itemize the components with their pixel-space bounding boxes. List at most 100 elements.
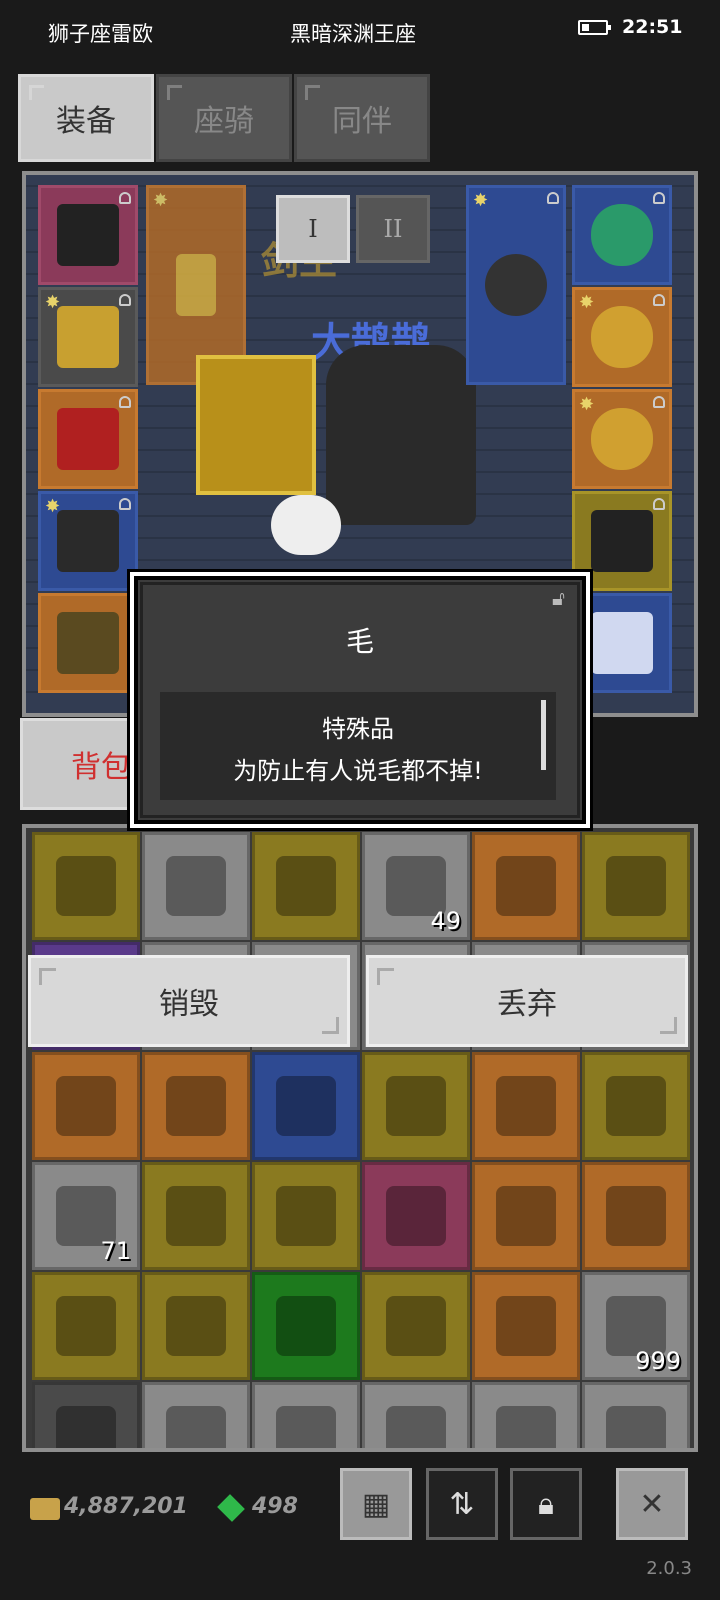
- destroy-button[interactable]: 销毁: [28, 955, 350, 1047]
- necklace-icon: [591, 204, 653, 266]
- card-icon: [591, 612, 653, 674]
- inventory-slot[interactable]: [252, 832, 360, 940]
- inventory-slot[interactable]: [472, 1052, 580, 1160]
- close-button[interactable]: ✕: [616, 1468, 688, 1540]
- inventory-grid: 49 71 999: [32, 832, 690, 1448]
- boots-icon: [57, 510, 119, 572]
- star-icon: ✸: [579, 292, 595, 313]
- item-type: 特殊品: [322, 715, 394, 743]
- spear-icon: [276, 1186, 336, 1246]
- ring-icon: [591, 306, 653, 368]
- lock-button[interactable]: 🔒︎: [510, 1468, 582, 1540]
- item-quantity: 49: [430, 907, 461, 935]
- bow-icon: [606, 1076, 666, 1136]
- slot-ring-2[interactable]: ✸: [572, 389, 672, 489]
- inventory-slot[interactable]: [252, 1052, 360, 1160]
- tab-companion[interactable]: 同伴: [294, 74, 430, 162]
- inventory-slot[interactable]: [472, 1162, 580, 1270]
- slot-gloves[interactable]: [38, 389, 138, 489]
- sort-icon: ⇅: [449, 1486, 475, 1522]
- inventory-slot[interactable]: [582, 1382, 690, 1448]
- slot-ring-1[interactable]: ✸: [572, 287, 672, 387]
- inventory-slot[interactable]: [142, 1162, 250, 1270]
- boots-icon: [386, 1296, 446, 1356]
- discard-button[interactable]: 丢弃: [366, 955, 688, 1047]
- slot-shield[interactable]: ✸: [466, 185, 566, 385]
- red-glove-icon: [57, 408, 119, 470]
- brown-glove-icon: [496, 1186, 556, 1246]
- gem-belt-icon: [56, 1406, 116, 1448]
- lock-icon: [547, 192, 559, 204]
- inventory-slot[interactable]: [32, 832, 140, 940]
- bow-icon: [276, 856, 336, 916]
- inventory-slot[interactable]: 49: [362, 832, 470, 940]
- brown-boots-icon: [496, 1296, 556, 1356]
- inventory-slot[interactable]: [252, 1162, 360, 1270]
- inventory-slot[interactable]: [32, 1272, 140, 1380]
- inventory-slot[interactable]: [252, 1272, 360, 1380]
- scrollbar[interactable]: [541, 700, 546, 770]
- star-icon: ✸: [45, 292, 61, 313]
- inventory-slot[interactable]: [142, 1272, 250, 1380]
- card-icon: [166, 1076, 226, 1136]
- slot-belt[interactable]: ✸: [38, 287, 138, 387]
- close-icon: ✕: [639, 1486, 665, 1522]
- star-icon: ✸: [45, 496, 61, 517]
- version-label: 2.0.3: [646, 1558, 692, 1579]
- inventory-slot[interactable]: [362, 1272, 470, 1380]
- inventory-slot[interactable]: [582, 832, 690, 940]
- slot-necklace[interactable]: [572, 185, 672, 285]
- boots-icon: [606, 856, 666, 916]
- inventory-slot[interactable]: [362, 1052, 470, 1160]
- inventory-slot[interactable]: [582, 1052, 690, 1160]
- tab-mount[interactable]: 座骑: [156, 74, 292, 162]
- grid-view-button[interactable]: ▦: [340, 1468, 412, 1540]
- inventory-slot[interactable]: [142, 1052, 250, 1160]
- chest-armor-icon: [56, 1296, 116, 1356]
- inventory-panel: 49 71 999: [22, 824, 698, 1452]
- inventory-slot[interactable]: 71: [32, 1162, 140, 1270]
- red-cap-icon: [386, 1406, 446, 1448]
- shield-icon: [485, 254, 547, 316]
- sword-icon: [176, 254, 216, 316]
- lock-icon: [653, 192, 665, 204]
- inventory-slot[interactable]: [362, 1382, 470, 1448]
- location-left-label: 狮子座雷欧: [48, 22, 153, 46]
- lock-icon: [119, 192, 131, 204]
- lock-icon: 🔒︎: [538, 1486, 554, 1522]
- slot-chest[interactable]: [38, 593, 138, 693]
- item-flavor-text: 为防止有人说毛都不掉!: [233, 757, 483, 785]
- star-icon: ✸: [473, 190, 489, 211]
- inventory-slot[interactable]: [142, 1382, 250, 1448]
- inventory-slot[interactable]: [142, 832, 250, 940]
- inventory-slot[interactable]: [362, 1162, 470, 1270]
- unlock-icon[interactable]: 🔓︎: [552, 586, 574, 610]
- lock-icon: [653, 294, 665, 306]
- grid-icon: ▦: [361, 1486, 391, 1522]
- lock-icon: [119, 294, 131, 306]
- item-quantity: 999: [635, 1347, 681, 1375]
- inventory-slot[interactable]: 999: [582, 1272, 690, 1380]
- slot-chest-armor[interactable]: [38, 185, 138, 285]
- inventory-slot[interactable]: [252, 1382, 360, 1448]
- page-button-2[interactable]: II: [356, 195, 430, 263]
- chest-icon: [57, 612, 119, 674]
- star-icon: ✸: [153, 190, 169, 211]
- inventory-slot[interactable]: [472, 1382, 580, 1448]
- lock-icon: [653, 396, 665, 408]
- tab-equipment[interactable]: 装备: [18, 74, 154, 162]
- blue-cap-icon: [496, 1406, 556, 1448]
- chest-armor-icon: [386, 1076, 446, 1136]
- inventory-slot[interactable]: [472, 832, 580, 940]
- inventory-slot[interactable]: [32, 1052, 140, 1160]
- inventory-slot[interactable]: [32, 1382, 140, 1448]
- meat-icon: [276, 1406, 336, 1448]
- page-button-1[interactable]: I: [276, 195, 350, 263]
- sort-button[interactable]: ⇅: [426, 1468, 498, 1540]
- slot-boots[interactable]: ✸: [38, 491, 138, 591]
- treasure-chest-sprite: [196, 355, 316, 495]
- ring-icon: [591, 408, 653, 470]
- inventory-slot[interactable]: [472, 1272, 580, 1380]
- battery-icon: [578, 20, 611, 35]
- inventory-slot[interactable]: [582, 1162, 690, 1270]
